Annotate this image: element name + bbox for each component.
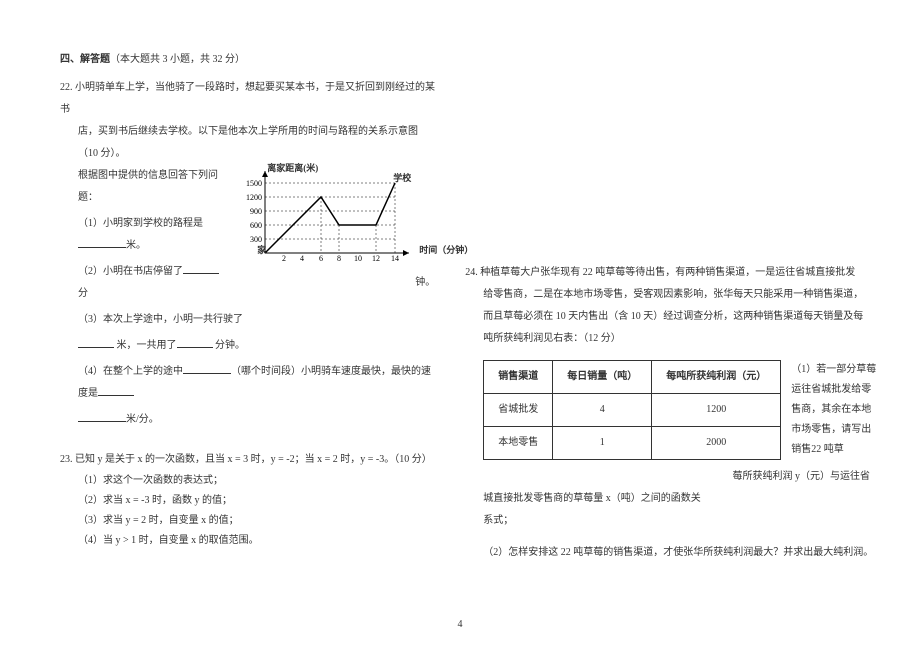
- q22-s4-unit: 米/分。: [126, 414, 159, 425]
- q23-intro: 已知 y 是关于 x 的一次函数，且当 x = 3 时，y = -2；当 x =…: [75, 454, 432, 465]
- problem-22: 22. 小明骑单车上学，当他骑了一段路时，想起要买某本书，于是又折回到刚经过的某…: [60, 77, 435, 431]
- q22-s3-unit2: 分钟。: [215, 340, 245, 351]
- q22-s3: （3）本次上学途中，小明一共行驶了: [60, 309, 435, 331]
- th1: 销售渠道: [484, 361, 553, 394]
- r2c3: 2000: [652, 427, 781, 460]
- q22-s2-unit1: 分: [78, 288, 88, 299]
- q24-tail1: 莓所获纯利润 y（元）与运往省: [465, 466, 880, 488]
- q22-intro: 小明骑单车上学，当他骑了一段路时，想起要买某本书，于是又折回到刚经过的某书: [60, 82, 435, 115]
- svg-text:900: 900: [250, 207, 262, 216]
- home-label: 家: [257, 241, 266, 259]
- svg-text:600: 600: [250, 221, 262, 230]
- problem-23: 23. 已知 y 是关于 x 的一次函数，且当 x = 3 时，y = -2；当…: [60, 449, 435, 551]
- svg-text:2: 2: [282, 254, 286, 261]
- q24-line3: 而且草莓必须在 10 天内售出（含 10 天）经过调查分析，这两种销售渠道每天销…: [465, 306, 880, 328]
- r1c2: 4: [553, 394, 652, 427]
- q22-num: 22.: [60, 82, 73, 93]
- blank: [98, 384, 134, 396]
- q24-tail3: 系式；: [465, 510, 880, 532]
- r2c1: 本地零售: [484, 427, 553, 460]
- q24-tail2: 城直接批发零售商的草莓量 x（吨）之间的函数关: [465, 488, 880, 510]
- q23-s4: （4）当 y > 1 时，自变量 x 的取值范围。: [60, 531, 435, 551]
- q24-line2: 给零售商，二是在本地市场零售，受客观因素影响，张华每天只能采用一种销售渠道，: [465, 284, 880, 306]
- r2c2: 1: [553, 427, 652, 460]
- sales-table: 销售渠道 每日销量（吨） 每吨所获纯利润（元） 省城批发 4 1200 本地零售…: [483, 360, 781, 460]
- blank: [78, 336, 114, 348]
- svg-text:6: 6: [319, 254, 323, 261]
- th2: 每日销量（吨）: [553, 361, 652, 394]
- problem-24: 24. 种植草莓大户张华现有 22 吨草莓等待出售，有两种销售渠道，一是运往省城…: [465, 262, 880, 564]
- blank: [183, 362, 231, 374]
- blank: [78, 410, 126, 422]
- r1c3: 1200: [652, 394, 781, 427]
- svg-text:1500: 1500: [246, 179, 262, 188]
- q24-line4: 吨所获纯利润见右表：（12 分）: [465, 328, 880, 350]
- section-note: （本大题共 3 小题，共 32 分）: [110, 54, 245, 65]
- svg-text:1200: 1200: [246, 193, 262, 202]
- q22-line3: 根据图中提供的信息回答下列问题：: [78, 165, 227, 209]
- y-axis-label: 离家距离(米): [267, 159, 318, 177]
- r1c1: 省城批发: [484, 394, 553, 427]
- chart: 离家距离(米) 学校: [235, 165, 415, 261]
- q22-s3-unit1: 米，一共用了: [117, 340, 177, 351]
- svg-text:8: 8: [337, 254, 341, 261]
- blank: [78, 236, 126, 248]
- section-title: 四、解答题（本大题共 3 小题，共 32 分）: [60, 50, 435, 65]
- svg-text:4: 4: [300, 254, 304, 261]
- blank: [183, 262, 219, 274]
- q22-s4a: （4）在整个上学的途中: [78, 366, 183, 377]
- q23-s3: （3）求当 y = 2 时，自变量 x 的值；: [60, 511, 435, 531]
- q22-s1-unit: 米。: [126, 240, 146, 251]
- school-label: 学校: [393, 169, 411, 187]
- th3: 每吨所获纯利润（元）: [652, 361, 781, 394]
- section-title-text: 四、解答题: [60, 54, 110, 65]
- svg-text:10: 10: [354, 254, 362, 261]
- svg-text:14: 14: [391, 254, 399, 261]
- blank: [177, 336, 213, 348]
- q24-s2: （2）怎样安排这 22 吨草莓的销售渠道，才使张华所获纯利润最大？并求出最大纯利…: [465, 542, 880, 564]
- q22-s2-unit2: 钟。: [415, 273, 435, 293]
- q22-s1: （1）小明家到学校的路程是: [78, 218, 203, 229]
- x-axis-label: 时间（分钟）: [419, 241, 473, 259]
- q23-s1: （1）求这个一次函数的表达式；: [60, 471, 435, 491]
- q22-s2: （2）小明在书店停留了: [78, 266, 183, 277]
- q24-num: 24.: [465, 267, 478, 278]
- q24-side1: （1）若一部分草莓运往省城批发给零售商，其余在本地市场零售，请写出销售22 吨草: [791, 360, 880, 460]
- q23-num: 23.: [60, 454, 73, 465]
- q23-s2: （2）求当 x = -3 时，函数 y 的值；: [60, 491, 435, 511]
- svg-text:12: 12: [372, 254, 380, 261]
- q24-intro: 种植草莓大户张华现有 22 吨草莓等待出售，有两种销售渠道，一是运往省城直接批发: [480, 267, 855, 278]
- q22-line2: 店，买到书后继续去学校。以下是他本次上学所用的时间与路程的关系示意图（10 分）…: [60, 121, 435, 165]
- page-number: 4: [458, 619, 463, 630]
